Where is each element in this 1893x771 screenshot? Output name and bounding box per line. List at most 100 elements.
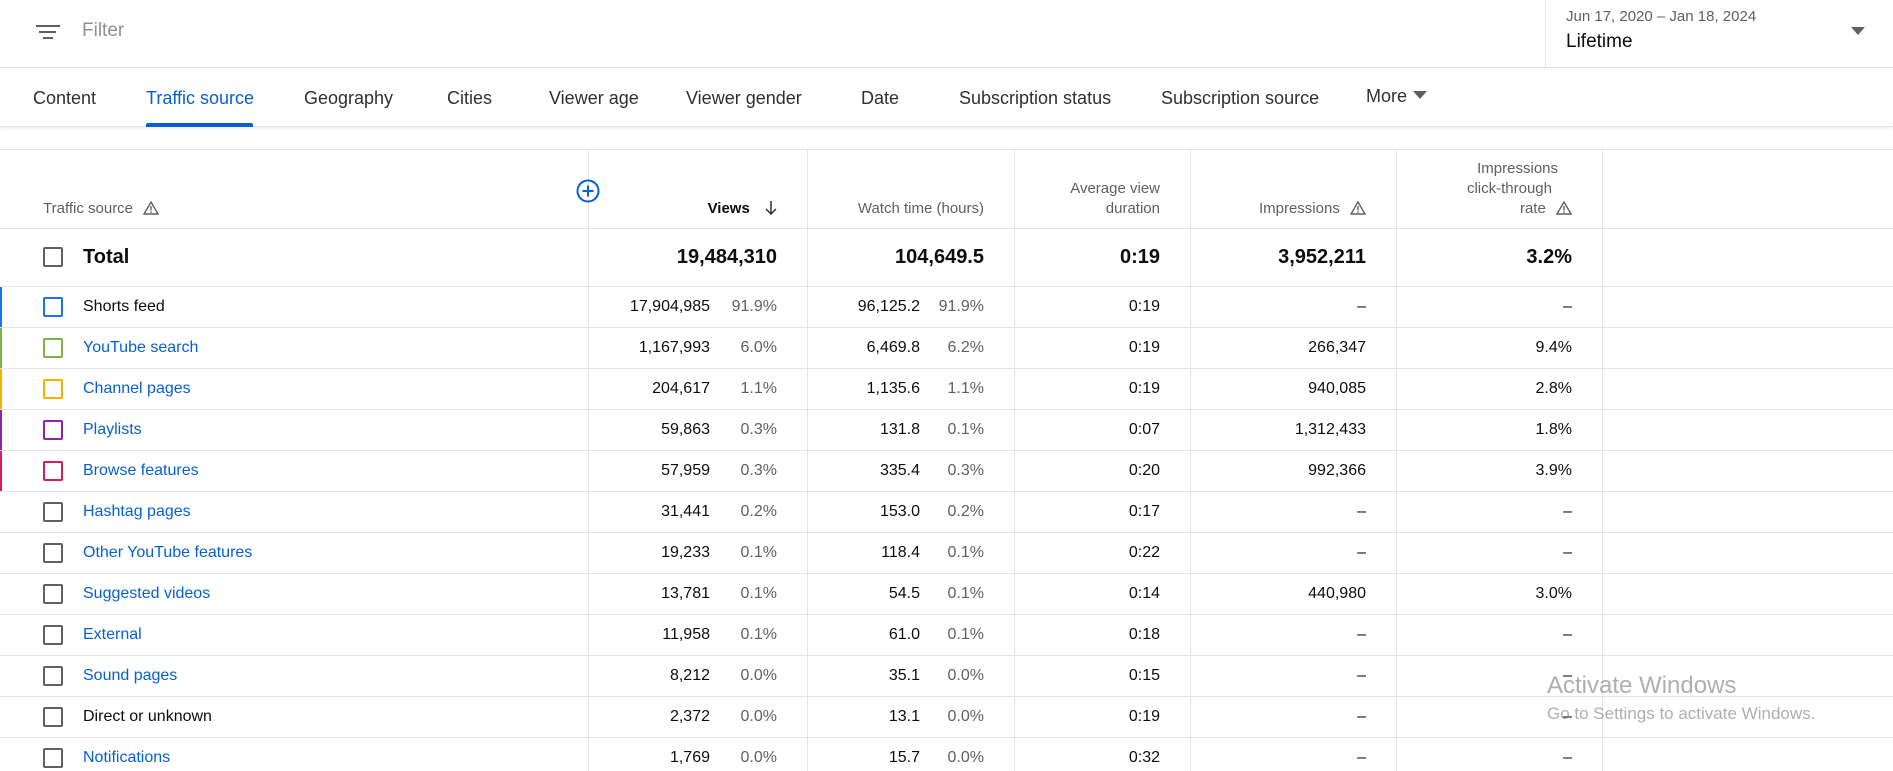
impressions-value: 440,980 bbox=[1308, 585, 1366, 602]
column-header-watch-time[interactable]: Watch time (hours) bbox=[820, 199, 984, 219]
total-views: 19,484,310 bbox=[676, 246, 777, 268]
tab-date[interactable]: Date bbox=[861, 88, 899, 109]
watch-time-percent: 0.0% bbox=[947, 708, 984, 725]
views-percent: 0.1% bbox=[740, 626, 777, 643]
total-avg-view-duration: 0:19 bbox=[1119, 246, 1160, 268]
column-header-views[interactable]: Views bbox=[600, 199, 778, 219]
warning-icon[interactable] bbox=[1556, 201, 1572, 215]
watch-time-percent: 0.1% bbox=[947, 585, 984, 602]
date-range-dates: Jun 17, 2020 – Jan 18, 2024 bbox=[1566, 8, 1757, 25]
impressions-value: – bbox=[1357, 667, 1366, 684]
add-column-icon[interactable] bbox=[576, 179, 600, 203]
views-value: 59,863 bbox=[661, 421, 710, 438]
row-checkbox[interactable] bbox=[43, 461, 63, 481]
traffic-source-name[interactable]: Suggested videos bbox=[83, 585, 210, 603]
column-header-label: Impressions bbox=[1477, 160, 1558, 177]
views-value: 57,959 bbox=[661, 462, 710, 479]
traffic-source-name[interactable]: Browse features bbox=[83, 462, 199, 480]
traffic-source-name[interactable]: Hashtag pages bbox=[83, 503, 191, 521]
traffic-source-name[interactable]: Sound pages bbox=[83, 667, 177, 685]
views-value: 19,233 bbox=[661, 544, 710, 561]
traffic-source-name[interactable]: Other YouTube features bbox=[83, 544, 252, 562]
total-ctr: 3.2% bbox=[1526, 246, 1572, 268]
column-header-traffic-source[interactable]: Traffic source bbox=[43, 199, 160, 219]
watch-time-percent: 0.2% bbox=[947, 503, 984, 520]
table-header: Traffic source Views Watch time (hours) … bbox=[0, 150, 1893, 229]
watch-time-percent: 0.0% bbox=[947, 749, 984, 766]
warning-icon[interactable] bbox=[143, 201, 160, 215]
sort-down-icon[interactable] bbox=[764, 200, 778, 216]
avg-view-duration-value: 0:20 bbox=[1128, 462, 1160, 479]
tab-subscription-status[interactable]: Subscription status bbox=[959, 88, 1111, 109]
ctr-value: 3.9% bbox=[1535, 462, 1572, 479]
series-color-bar bbox=[0, 410, 2, 450]
watch-time-percent: 6.2% bbox=[947, 339, 984, 356]
avg-view-duration-value: 0:19 bbox=[1128, 298, 1160, 315]
select-all-checkbox[interactable] bbox=[43, 247, 63, 267]
row-checkbox[interactable] bbox=[43, 502, 63, 522]
avg-view-duration-value: 0:07 bbox=[1128, 421, 1160, 438]
views-value: 204,617 bbox=[652, 380, 710, 397]
column-header-label: Average view bbox=[1070, 180, 1160, 197]
tab-more[interactable]: More bbox=[1366, 86, 1428, 107]
series-color-bar bbox=[0, 533, 2, 573]
row-checkbox[interactable] bbox=[43, 338, 63, 358]
row-checkbox[interactable] bbox=[43, 543, 63, 563]
watch-time-value: 15.7 bbox=[888, 749, 920, 766]
views-value: 2,372 bbox=[669, 708, 710, 725]
table-row: Playlists 59,863 0.3% 131.8 0.1% 0:07 1,312,43… bbox=[0, 410, 1893, 451]
traffic-source-name[interactable]: External bbox=[83, 626, 142, 644]
impressions-value: – bbox=[1357, 708, 1366, 725]
watermark-title: Activate Windows bbox=[1547, 672, 1737, 699]
tab-content[interactable]: Content bbox=[33, 88, 96, 109]
row-checkbox[interactable] bbox=[43, 748, 63, 768]
row-checkbox[interactable] bbox=[43, 625, 63, 645]
row-checkbox[interactable] bbox=[43, 379, 63, 399]
date-range-selector[interactable]: Jun 17, 2020 – Jan 18, 2024 Lifetime bbox=[1545, 0, 1893, 68]
avg-view-duration-value: 0:14 bbox=[1128, 585, 1160, 602]
tab-viewer-gender[interactable]: Viewer gender bbox=[686, 88, 802, 109]
series-color-bar bbox=[0, 287, 2, 327]
watch-time-value: 96,125.2 bbox=[857, 298, 920, 315]
column-header-label: Traffic source bbox=[43, 200, 134, 217]
traffic-source-name[interactable]: YouTube search bbox=[83, 339, 198, 357]
watch-time-percent: 0.1% bbox=[947, 421, 984, 438]
row-checkbox[interactable] bbox=[43, 297, 63, 317]
tab-subscription-source[interactable]: Subscription source bbox=[1161, 88, 1319, 109]
watch-time-value: 153.0 bbox=[879, 503, 920, 520]
traffic-source-name[interactable]: Channel pages bbox=[83, 380, 191, 398]
row-checkbox[interactable] bbox=[43, 707, 63, 727]
tab-traffic-source[interactable]: Traffic source bbox=[146, 88, 254, 109]
traffic-source-name[interactable]: Playlists bbox=[83, 421, 142, 439]
row-checkbox[interactable] bbox=[43, 584, 63, 604]
warning-icon[interactable] bbox=[1350, 201, 1366, 215]
tab-more-label: More bbox=[1366, 86, 1408, 106]
row-checkbox[interactable] bbox=[43, 420, 63, 440]
column-header-label: duration bbox=[1105, 200, 1160, 217]
table-row: YouTube search 1,167,993 6.0% 6,469.8 6.2% 0:… bbox=[0, 328, 1893, 369]
column-header-label: click-through bbox=[1466, 180, 1552, 197]
impressions-value: – bbox=[1357, 749, 1366, 766]
tab-cities[interactable]: Cities bbox=[447, 88, 492, 109]
tab-geography[interactable]: Geography bbox=[304, 88, 393, 109]
caret-down-icon bbox=[1851, 27, 1865, 35]
ctr-value: – bbox=[1563, 749, 1572, 766]
filter-input[interactable]: Filter bbox=[82, 20, 124, 42]
watch-time-value: 118.4 bbox=[881, 544, 920, 561]
avg-view-duration-value: 0:17 bbox=[1128, 503, 1160, 520]
table-row: Shorts feed 17,904,985 91.9% 96,125.2 91.9% 0… bbox=[0, 287, 1893, 328]
column-header-ctr[interactable]: Impressions click-through rate bbox=[1400, 159, 1572, 219]
watch-time-value: 13.1 bbox=[888, 708, 920, 725]
traffic-source-name[interactable]: Notifications bbox=[83, 749, 170, 767]
tab-viewer-age[interactable]: Viewer age bbox=[549, 88, 639, 109]
column-header-avg-view-duration[interactable]: Average view duration bbox=[1020, 179, 1160, 219]
series-color-bar bbox=[0, 369, 2, 409]
impressions-value: – bbox=[1357, 544, 1366, 561]
row-checkbox[interactable] bbox=[43, 666, 63, 686]
column-header-impressions[interactable]: Impressions bbox=[1200, 199, 1366, 219]
avg-view-duration-value: 0:22 bbox=[1128, 544, 1160, 561]
table-row: Other YouTube features 19,233 0.1% 118.4 0.1… bbox=[0, 533, 1893, 574]
watch-time-value: 35.1 bbox=[888, 667, 920, 684]
ctr-value: – bbox=[1563, 626, 1572, 643]
filter-icon[interactable] bbox=[36, 22, 60, 42]
